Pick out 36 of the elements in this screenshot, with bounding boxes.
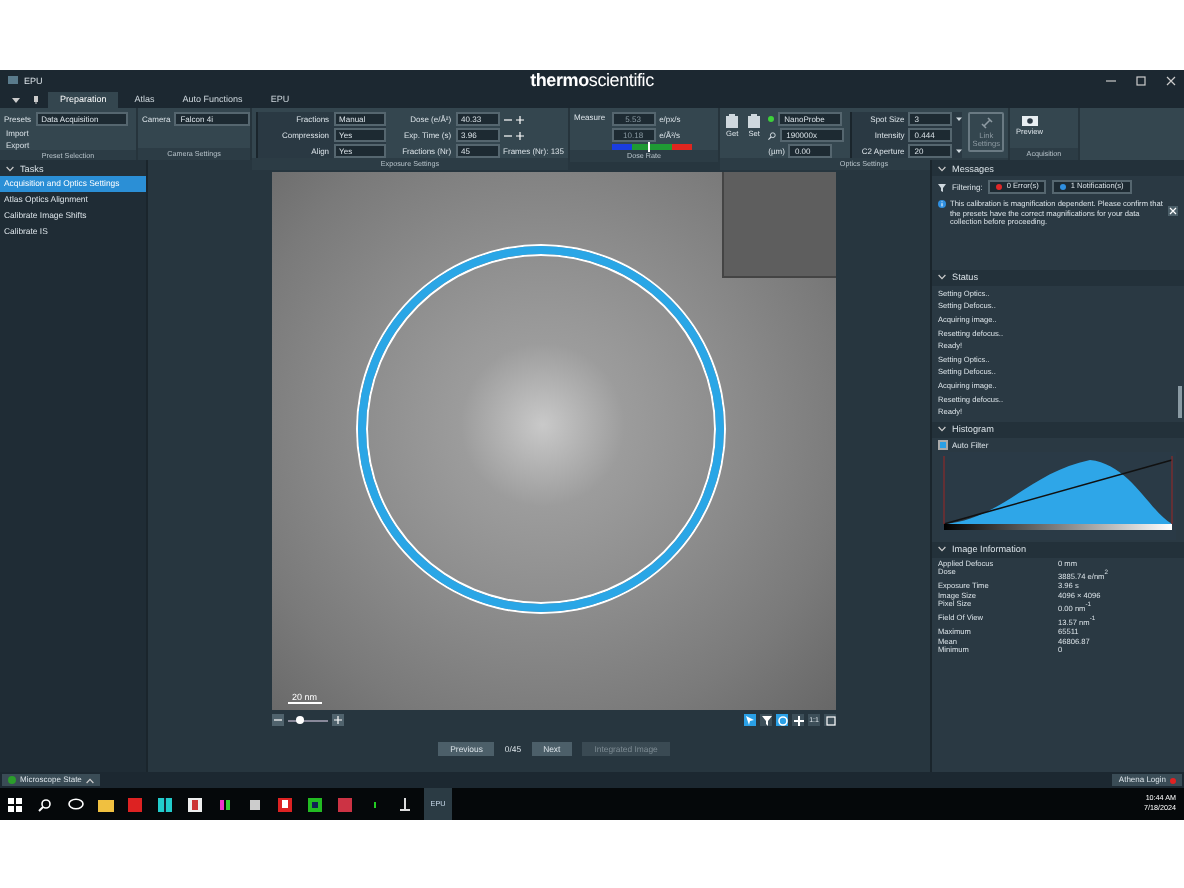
circle-tool-icon[interactable] <box>776 714 788 726</box>
fit-tool-icon[interactable] <box>824 714 836 726</box>
select-tool-icon[interactable] <box>744 714 756 726</box>
filter-tool-icon[interactable] <box>760 714 772 726</box>
magnifier-icon <box>768 131 777 139</box>
zoom-in-button[interactable] <box>332 714 344 726</box>
chevron-icon <box>938 546 946 553</box>
caret-icon[interactable] <box>956 116 963 122</box>
pin-icon[interactable] <box>32 96 40 104</box>
camera-icon <box>1021 114 1038 126</box>
overview-inset <box>722 172 836 278</box>
clipboard-icon <box>748 114 761 128</box>
minimize-icon[interactable] <box>1106 75 1116 85</box>
zoom-thumb[interactable] <box>296 715 304 723</box>
plus-icon[interactable] <box>515 131 524 139</box>
chevron-icon <box>938 274 946 281</box>
caret-icon <box>85 777 94 783</box>
checkbox[interactable] <box>938 439 948 450</box>
chevron-icon <box>938 426 946 433</box>
scrollbar[interactable] <box>1178 385 1182 418</box>
zoom-out-button[interactable] <box>272 714 284 726</box>
status-dot <box>768 116 775 122</box>
brand-logo: thermoscientific <box>530 70 654 90</box>
filter-icon <box>938 183 946 191</box>
link-icon <box>979 116 994 130</box>
info-icon <box>938 200 946 208</box>
app-icon <box>8 76 18 84</box>
chevron-icon <box>6 165 14 171</box>
caret-icon[interactable] <box>956 148 963 154</box>
chevron-icon <box>938 165 946 171</box>
maximize-icon[interactable] <box>1136 75 1146 85</box>
clipboard-icon <box>726 114 739 128</box>
close-icon[interactable] <box>1166 75 1176 85</box>
pan-tool-icon[interactable] <box>792 714 804 726</box>
dropdown-icon[interactable] <box>12 96 20 104</box>
plus-icon[interactable] <box>515 115 524 123</box>
